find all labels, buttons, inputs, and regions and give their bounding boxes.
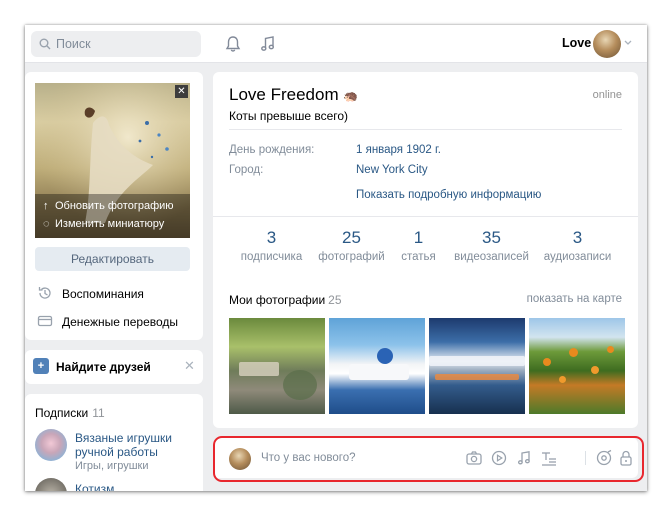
subscriptions-card: Подписки 11 Вязаные игрушки ручной работы…: [25, 394, 203, 491]
header-user-name[interactable]: Love: [562, 36, 591, 50]
counter-followers[interactable]: 3 подписчика: [229, 228, 314, 263]
find-friends-label: Найдите друзей: [56, 360, 151, 374]
bell-icon[interactable]: [223, 34, 243, 54]
change-thumb-label: Изменить миниатюру: [55, 218, 165, 230]
money-transfer-icon: [37, 315, 53, 327]
birthday-label: День рождения:: [229, 144, 315, 156]
hedgehog-icon: 🦔: [343, 89, 359, 103]
counter-number: 3: [266, 228, 277, 247]
counter-label: видеозаписей: [454, 251, 529, 263]
counter-number: 35: [482, 228, 501, 247]
close-icon[interactable]: ✕: [184, 358, 195, 374]
subscriptions-title: Подписки: [35, 406, 89, 420]
search-placeholder: Поиск: [56, 37, 91, 51]
profile-info-card: Love Freedom 🦔 online Коты превыше всего…: [213, 72, 638, 297]
photos-title: Мои фотографии: [229, 293, 326, 307]
photo-thumbnail[interactable]: [229, 318, 325, 414]
photo-overlay: ↑ Обновить фотографию ◌ Изменить миниатюру: [35, 194, 190, 238]
online-status: online: [592, 89, 622, 101]
profile-name-line: Love Freedom 🦔: [229, 85, 358, 105]
divider: [229, 129, 622, 130]
change-thumb-link[interactable]: ◌ Изменить миниатюру: [43, 218, 164, 230]
menu-item-label: Денежные переводы: [62, 315, 179, 329]
top-bar: Поиск Love: [25, 25, 647, 63]
add-friend-icon: +: [33, 358, 49, 374]
photos-header[interactable]: Мои фотографии 25: [229, 293, 342, 307]
show-more-info-link[interactable]: Показать подробную информацию: [356, 189, 541, 201]
highlight-frame: [213, 436, 644, 482]
counter-audios[interactable]: 3 аудиозаписи: [535, 228, 620, 263]
group-avatar[interactable]: [35, 429, 67, 461]
arrow-up-icon: ↑: [43, 200, 49, 212]
city-value[interactable]: New York City: [356, 164, 428, 176]
counter-label: подписчика: [240, 251, 303, 263]
photos-card: Мои фотографии 25 показать на карте: [213, 282, 638, 428]
upload-photo-label: Обновить фотографию: [55, 200, 174, 212]
group-name[interactable]: Котизм: [75, 482, 114, 491]
menu-item-label: Воспоминания: [62, 287, 144, 301]
group-category: Игры, игрушки: [75, 460, 149, 472]
counter-number: 3: [572, 228, 583, 247]
profile-photo-card: ✕ ↑ Обновить фотографию ◌ Изменить миниатю…: [25, 72, 203, 340]
vk-page: Поиск Love ✕ ↑ Обновить фотографию ◌ Изм…: [25, 25, 647, 491]
counter-videos[interactable]: 35 видеозаписей: [449, 228, 534, 263]
history-icon: [38, 287, 51, 299]
subscriptions-header[interactable]: Подписки 11: [35, 406, 105, 420]
thumbnail-icon: ◌: [43, 218, 50, 230]
group-avatar[interactable]: [35, 478, 67, 491]
profile-status[interactable]: Коты превыше всего): [229, 109, 348, 123]
photo-thumbnail[interactable]: [529, 318, 625, 414]
profile-name: Love Freedom: [229, 85, 339, 104]
header-avatar[interactable]: [593, 30, 621, 58]
search-input[interactable]: Поиск: [31, 31, 201, 57]
upload-photo-link[interactable]: ↑ Обновить фотографию: [43, 200, 174, 212]
edit-profile-button[interactable]: Редактировать: [35, 247, 190, 271]
group-name[interactable]: Вязаные игрушки ручной работы: [75, 431, 185, 459]
music-icon[interactable]: [258, 34, 278, 54]
profile-photo[interactable]: ✕ ↑ Обновить фотографию ◌ Изменить миниатю…: [35, 83, 190, 238]
find-friends-card[interactable]: + Найдите друзей ✕: [25, 350, 203, 384]
photo-thumbnail[interactable]: [429, 318, 525, 414]
search-icon: [39, 38, 51, 50]
birthday-value[interactable]: 1 января 1902 г.: [356, 144, 441, 156]
chevron-down-icon[interactable]: [624, 40, 632, 46]
subscriptions-count: 11: [92, 406, 105, 420]
divider: [213, 216, 638, 217]
photos-count: 25: [328, 293, 342, 307]
remove-photo-button[interactable]: ✕: [175, 85, 188, 98]
city-label: Город:: [229, 164, 264, 176]
counter-label: аудиозаписи: [543, 251, 612, 263]
photo-thumbnail[interactable]: [329, 318, 425, 414]
show-on-map-link[interactable]: показать на карте: [527, 293, 622, 305]
